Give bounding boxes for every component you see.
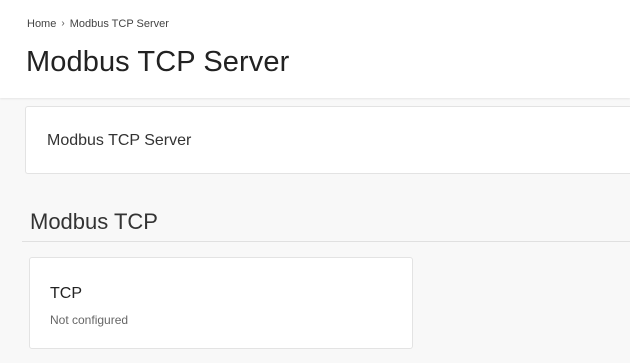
section-title: Modbus TCP (30, 209, 158, 234)
server-summary-label: Modbus TCP Server (47, 132, 192, 149)
breadcrumb-home-link[interactable]: Home (27, 18, 56, 31)
breadcrumb: Home › Modbus TCP Server (27, 18, 169, 31)
section-divider (22, 241, 630, 242)
chevron-right-icon: › (61, 18, 65, 29)
page-header: Home › Modbus TCP Server Modbus TCP Serv… (0, 0, 630, 98)
tcp-card-title: TCP (50, 285, 82, 302)
breadcrumb-current: Modbus TCP Server (69, 18, 169, 30)
tcp-card-status: Not configured (50, 313, 129, 327)
page-title: Modbus TCP Server (26, 46, 290, 78)
tcp-config-card[interactable]: TCP Not configured (29, 257, 413, 349)
server-summary-card: Modbus TCP Server (25, 106, 630, 174)
